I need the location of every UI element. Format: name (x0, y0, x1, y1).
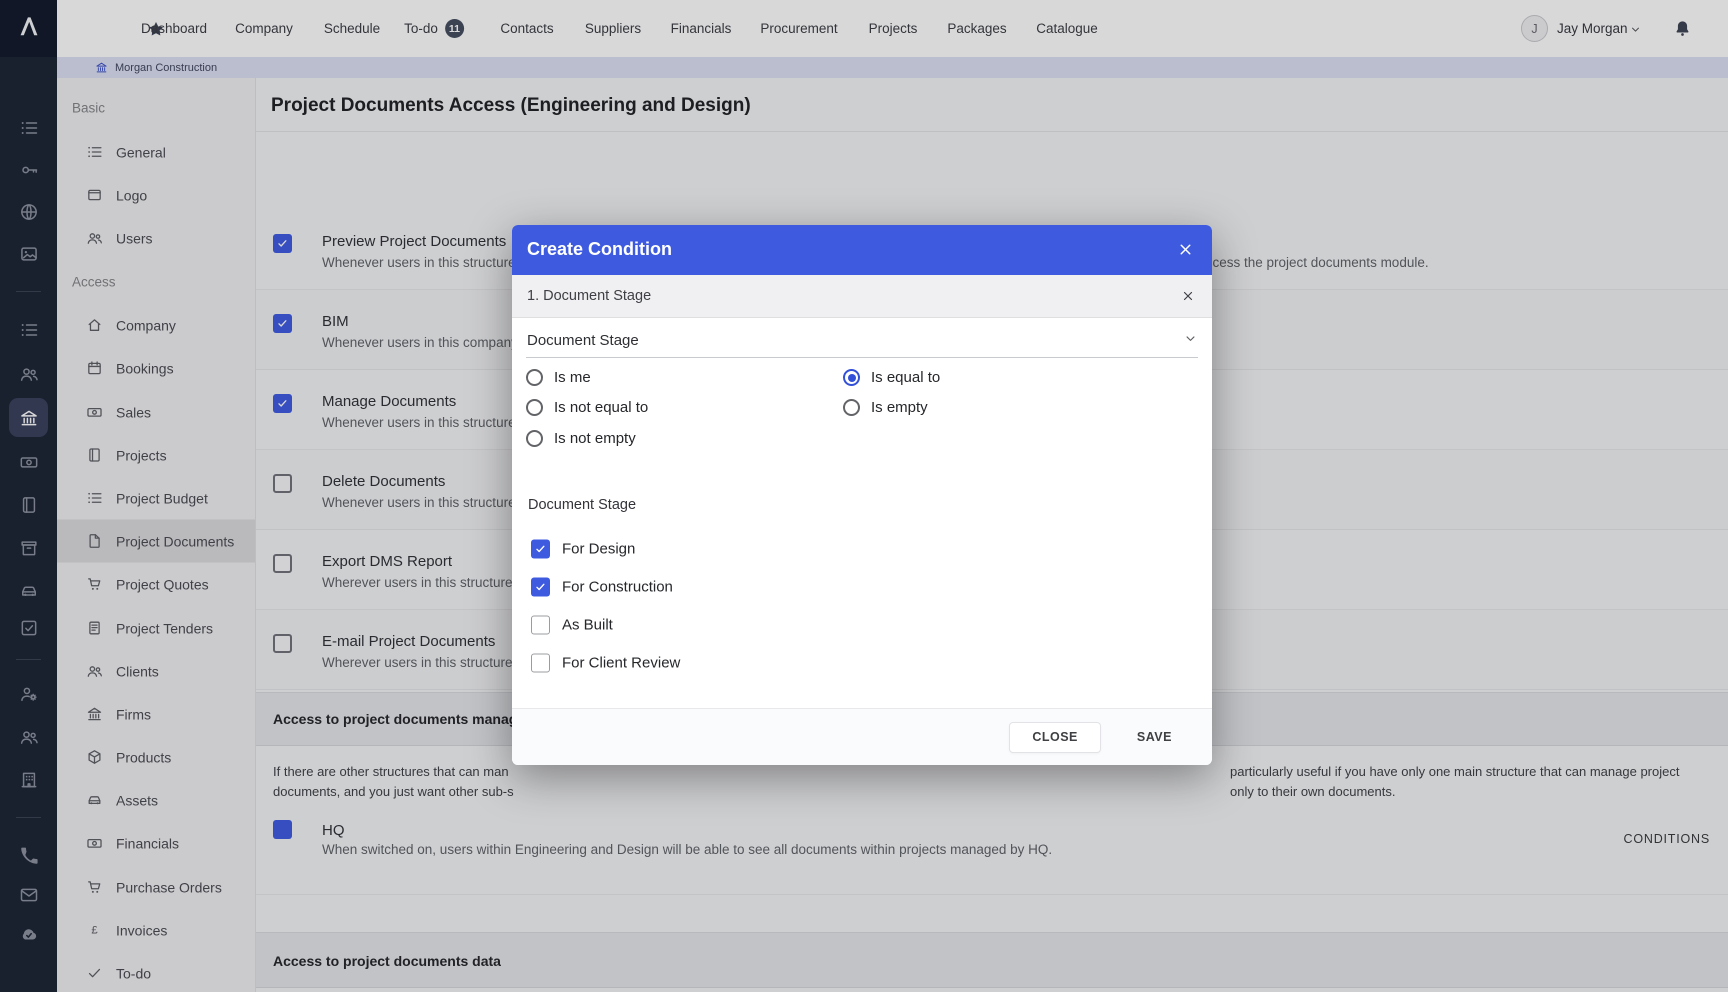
field-select[interactable]: Document Stage (527, 332, 639, 349)
option-checkbox (531, 578, 550, 597)
modal-footer: CLOSE SAVE (512, 708, 1212, 765)
condition-title: 1. Document Stage (527, 288, 651, 304)
radio-label: Is not empty (554, 430, 636, 447)
modal-close-icon[interactable] (1177, 241, 1194, 263)
radio-is-me[interactable]: Is me (526, 369, 591, 386)
option-for-design[interactable]: For Design (531, 540, 635, 559)
radio-is-not-empty[interactable]: Is not empty (526, 430, 636, 447)
radio-label: Is not equal to (554, 399, 648, 416)
app-root: DashboardCompanyScheduleTo-do11ContactsS… (0, 0, 1728, 992)
select-underline (526, 357, 1198, 358)
option-checkbox (531, 616, 550, 635)
chevron-down-icon[interactable] (1183, 331, 1198, 351)
radio-circle (526, 430, 543, 447)
option-for-client-review[interactable]: For Client Review (531, 654, 680, 673)
radio-label: Is equal to (871, 369, 940, 386)
modal-header: Create Condition (512, 225, 1212, 275)
option-label: As Built (562, 617, 613, 634)
create-condition-modal: Create Condition 1. Document Stage Docum… (512, 225, 1212, 765)
radio-circle (843, 399, 860, 416)
save-button[interactable]: SAVE (1137, 730, 1172, 744)
condition-strip: 1. Document Stage (512, 275, 1212, 318)
option-label: For Construction (562, 579, 673, 596)
option-label: For Design (562, 541, 635, 558)
radio-circle (526, 369, 543, 386)
option-checkbox (531, 654, 550, 673)
radio-circle (526, 399, 543, 416)
option-as-built[interactable]: As Built (531, 616, 613, 635)
close-button[interactable]: CLOSE (1009, 722, 1101, 753)
radio-label: Is empty (871, 399, 928, 416)
radio-is-empty[interactable]: Is empty (843, 399, 928, 416)
option-label: For Client Review (562, 655, 680, 672)
option-checkbox (531, 540, 550, 559)
options-group-label: Document Stage (528, 497, 636, 513)
radio-circle (843, 369, 860, 386)
condition-remove-icon[interactable] (1181, 289, 1195, 308)
modal-title: Create Condition (527, 239, 672, 260)
option-for-construction[interactable]: For Construction (531, 578, 673, 597)
radio-is-equal-to[interactable]: Is equal to (843, 369, 940, 386)
radio-label: Is me (554, 369, 591, 386)
radio-is-not-equal-to[interactable]: Is not equal to (526, 399, 648, 416)
